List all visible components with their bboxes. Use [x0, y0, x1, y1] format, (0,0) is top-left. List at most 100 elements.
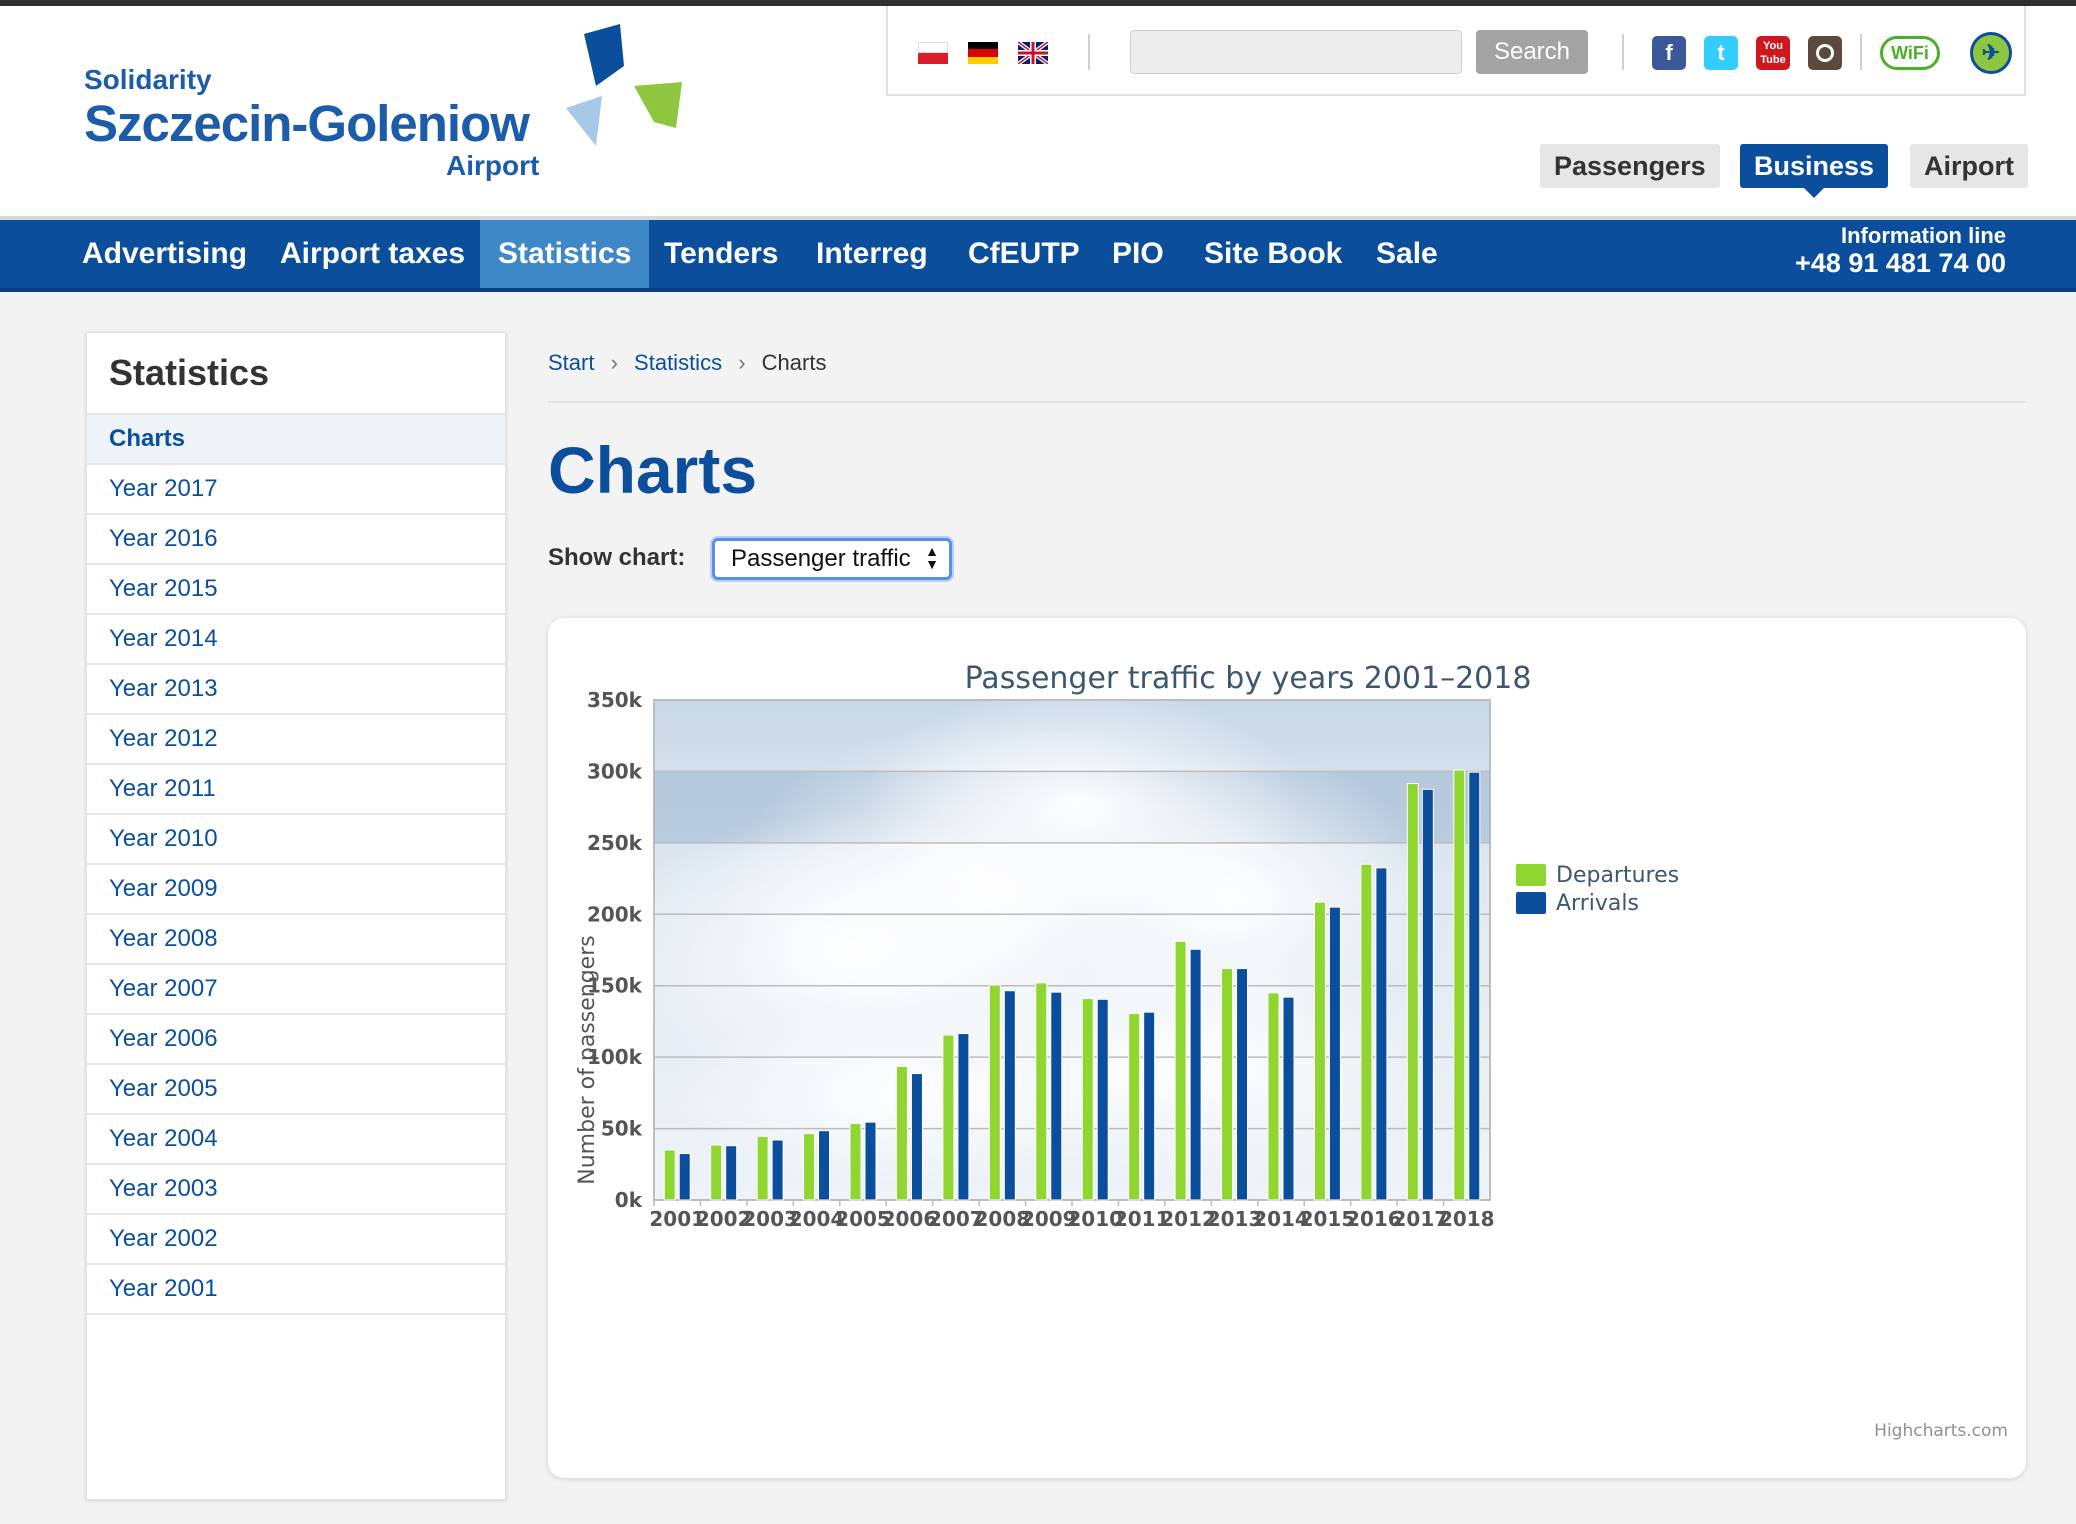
legend-swatch[interactable]: [1516, 864, 1546, 886]
airport-logo[interactable]: Solidarity Szczecin-Goleniow Airport: [84, 24, 704, 194]
chevron-right-icon: ›: [738, 350, 746, 375]
bar-departures-2018[interactable]: [1453, 769, 1466, 1201]
tab-passengers[interactable]: Passengers: [1540, 144, 1720, 188]
bar-arrivals-2004[interactable]: [818, 1130, 831, 1201]
bar-departures-2013[interactable]: [1221, 968, 1234, 1201]
breadcrumb: Start › Statistics › Charts: [548, 350, 836, 376]
pl-flag-icon[interactable]: [918, 42, 948, 64]
nav-tenders[interactable]: Tenders: [646, 220, 796, 288]
bar-arrivals-2005[interactable]: [864, 1121, 877, 1201]
tab-airport[interactable]: Airport: [1910, 144, 2028, 188]
sidebar-item-year-2014[interactable]: Year 2014: [87, 615, 505, 665]
bar-departures-2014[interactable]: [1267, 992, 1280, 1201]
sidebar-item-year-2011[interactable]: Year 2011: [87, 765, 505, 815]
sidebar-item-year-2007[interactable]: Year 2007: [87, 965, 505, 1015]
information-line-number[interactable]: +48 91 481 74 00: [1795, 248, 2006, 278]
breadcrumb-statistics[interactable]: Statistics: [634, 350, 722, 375]
logo-line1: Solidarity: [84, 64, 212, 95]
sidebar-item-year-2016[interactable]: Year 2016: [87, 515, 505, 565]
sidebar-item-year-2010[interactable]: Year 2010: [87, 815, 505, 865]
bar-departures-2012[interactable]: [1174, 940, 1187, 1201]
bar-departures-2008[interactable]: [988, 984, 1001, 1201]
sidebar-item-year-2004[interactable]: Year 2004: [87, 1115, 505, 1165]
sidebar-title: Statistics: [87, 333, 505, 415]
breadcrumb-start[interactable]: Start: [548, 350, 594, 375]
bar-arrivals-2003[interactable]: [771, 1139, 784, 1201]
bar-arrivals-2018[interactable]: [1468, 771, 1481, 1201]
bar-arrivals-2011[interactable]: [1143, 1011, 1156, 1201]
search-input[interactable]: [1130, 30, 1462, 74]
legend-swatch[interactable]: [1516, 892, 1546, 914]
sidebar-item-year-2005[interactable]: Year 2005: [87, 1065, 505, 1115]
bar-departures-2017[interactable]: [1406, 783, 1419, 1201]
legend[interactable]: Departures Arrivals: [1516, 863, 1679, 916]
header: Solidarity Szczecin-Goleniow Airport Sea…: [0, 6, 2076, 216]
sidebar-item-year-2006[interactable]: Year 2006: [87, 1015, 505, 1065]
bar-arrivals-2002[interactable]: [725, 1145, 738, 1201]
bar-arrivals-2013[interactable]: [1236, 968, 1249, 1201]
sidebar-item-year-2003[interactable]: Year 2003: [87, 1165, 505, 1215]
legend-item-departures[interactable]: Departures: [1556, 863, 1679, 888]
nav-sale[interactable]: Sale: [1358, 220, 1456, 288]
bar-arrivals-2016[interactable]: [1375, 867, 1388, 1201]
sidebar-item-year-2001[interactable]: Year 2001: [87, 1265, 505, 1315]
y-tick-label: 0k: [615, 1188, 643, 1212]
sidebar-item-year-2017[interactable]: Year 2017: [87, 465, 505, 515]
en-flag-icon[interactable]: [1018, 42, 1048, 64]
bar-departures-2010[interactable]: [1081, 998, 1094, 1201]
nav-advertising[interactable]: Advertising: [64, 220, 265, 288]
nav-pio[interactable]: PIO: [1094, 220, 1182, 288]
bar-departures-2015[interactable]: [1313, 901, 1326, 1201]
nav-interreg[interactable]: Interreg: [798, 220, 946, 288]
bar-arrivals-2001[interactable]: [678, 1153, 691, 1201]
wifi-icon[interactable]: WiFi: [1880, 36, 1940, 70]
bar-arrivals-2008[interactable]: [1003, 990, 1016, 1201]
show-chart-label: Show chart:: [548, 544, 686, 571]
twitter-icon[interactable]: t: [1704, 36, 1738, 70]
sidebar-item-charts[interactable]: Charts: [87, 415, 505, 465]
chart-select[interactable]: Passenger traffic ▲ ▼: [712, 538, 952, 580]
bar-arrivals-2014[interactable]: [1282, 996, 1295, 1201]
bar-departures-2002[interactable]: [710, 1144, 723, 1201]
legend-item-arrivals[interactable]: Arrivals: [1556, 891, 1639, 916]
nav-cfeutp[interactable]: CfEUTP: [950, 220, 1098, 288]
facebook-icon[interactable]: f: [1652, 36, 1686, 70]
bar-arrivals-2012[interactable]: [1189, 948, 1202, 1201]
bar-departures-2007[interactable]: [942, 1034, 955, 1201]
tab-business[interactable]: Business: [1740, 144, 1889, 198]
nav-statistics[interactable]: Statistics: [480, 220, 650, 288]
chart-credit[interactable]: Highcharts.com: [1874, 1421, 2008, 1441]
x-axis: 2001200220032004200520062007200820092010…: [649, 1200, 1495, 1231]
nav-airport-taxes[interactable]: Airport taxes: [262, 220, 483, 288]
bar-departures-2016[interactable]: [1360, 863, 1373, 1201]
nav-site-book[interactable]: Site Book: [1186, 220, 1360, 288]
bar-departures-2003[interactable]: [756, 1135, 769, 1201]
sidebar-item-year-2012[interactable]: Year 2012: [87, 715, 505, 765]
plane-icon[interactable]: ✈: [1970, 32, 2012, 74]
sidebar-item-year-2002[interactable]: Year 2002: [87, 1215, 505, 1265]
bar-departures-2001[interactable]: [663, 1149, 676, 1201]
bar-departures-2004[interactable]: [803, 1133, 816, 1201]
sidebar-item-year-2013[interactable]: Year 2013: [87, 665, 505, 715]
breadcrumb-current: Charts: [761, 350, 827, 375]
bar-arrivals-2006[interactable]: [910, 1073, 923, 1201]
instagram-icon[interactable]: [1808, 36, 1842, 70]
sidebar-item-year-2009[interactable]: Year 2009: [87, 865, 505, 915]
bar-departures-2011[interactable]: [1128, 1013, 1141, 1201]
bar-departures-2005[interactable]: [849, 1123, 862, 1201]
search-button[interactable]: Search: [1476, 30, 1588, 74]
sidebar-item-year-2015[interactable]: Year 2015: [87, 565, 505, 615]
bar-arrivals-2010[interactable]: [1096, 998, 1109, 1201]
bar-arrivals-2007[interactable]: [957, 1033, 970, 1201]
bar-departures-2009[interactable]: [1035, 982, 1048, 1201]
bar-arrivals-2015[interactable]: [1328, 906, 1341, 1201]
bar-arrivals-2009[interactable]: [1050, 991, 1063, 1201]
youtube-icon[interactable]: You Tube: [1756, 36, 1790, 70]
de-flag-icon[interactable]: [968, 42, 998, 64]
divider: [1622, 34, 1624, 70]
sidebar-item-year-2008[interactable]: Year 2008: [87, 915, 505, 965]
information-line: Information line +48 91 481 74 00: [1795, 224, 2006, 279]
select-arrows-icon: ▲ ▼: [925, 543, 939, 572]
bar-departures-2006[interactable]: [895, 1065, 908, 1201]
bar-arrivals-2017[interactable]: [1421, 788, 1434, 1201]
